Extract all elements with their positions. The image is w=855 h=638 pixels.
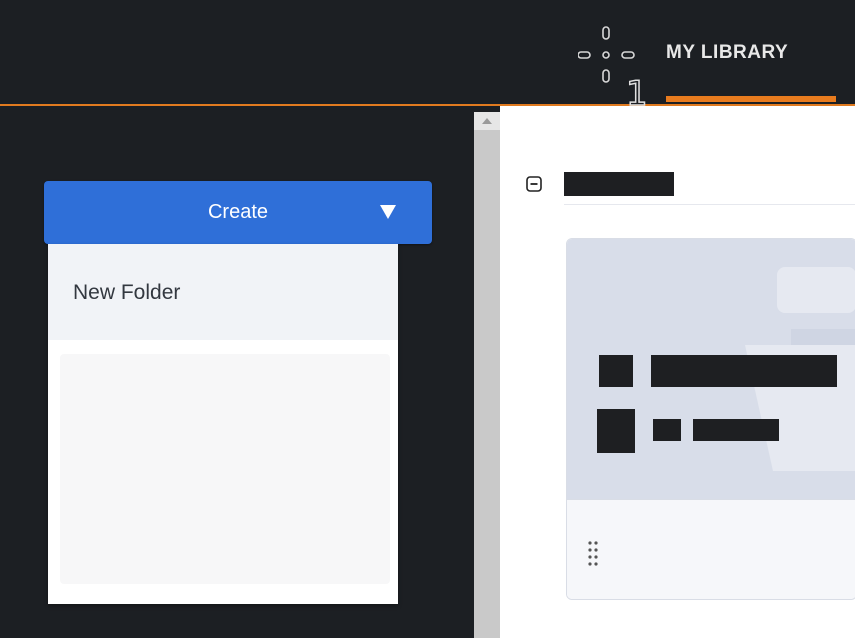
library-card[interactable] [566, 238, 855, 600]
menu-item-label: New Folder [73, 281, 181, 304]
card-line-2-small-redacted [653, 419, 681, 441]
collapse-minus-icon[interactable] [526, 176, 542, 192]
scroll-up-button[interactable] [474, 112, 500, 130]
card-line-2-icon-redacted [597, 409, 635, 453]
drag-handle-icon[interactable] [587, 540, 599, 570]
card-footer [567, 499, 855, 599]
menu-empty-area [60, 354, 390, 584]
caret-down-icon[interactable] [380, 205, 396, 219]
scroll-up-arrow-icon [482, 118, 492, 124]
card-line-1-text-redacted [651, 355, 837, 387]
menu-item-new-folder[interactable]: New Folder [48, 244, 398, 340]
create-button-label: Create [207, 201, 269, 223]
section-title-redacted [564, 172, 674, 196]
card-line-2-text-redacted [693, 419, 779, 441]
tab-active-indicator [666, 96, 836, 102]
tab-my-library[interactable]: MY LIBRARY [666, 42, 788, 64]
scrollbar-thumb[interactable] [474, 130, 500, 638]
card-thumbnail [567, 239, 855, 499]
create-dropdown-menu: New Folder [48, 244, 398, 604]
section-divider [564, 204, 855, 205]
create-button[interactable]: Create [44, 181, 432, 244]
card-line-1-icon-redacted [599, 355, 633, 387]
